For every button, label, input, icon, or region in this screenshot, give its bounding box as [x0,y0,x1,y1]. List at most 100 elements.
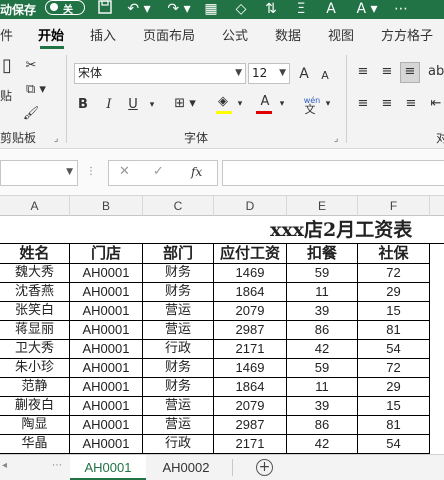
cell-insurance[interactable]: 54 [358,435,430,454]
header-name[interactable]: 姓名 [0,244,70,264]
cell-name[interactable]: 范静 [0,378,70,397]
confirm-button[interactable]: ✓ [153,164,164,179]
cell-salary[interactable]: 1864 [214,283,287,302]
cell-salary[interactable]: 2079 [214,397,287,416]
sort-icon[interactable]: ⇅ [262,0,280,18]
grow-font-button[interactable]: A [296,65,312,83]
cell-meal[interactable]: 39 [287,397,358,416]
align-left-icon[interactable]: ≡ [354,95,372,113]
cell-store[interactable]: AH0001 [70,416,143,435]
insert-function-button[interactable]: fx [191,165,202,179]
align-top-icon[interactable]: ≡ [354,63,372,81]
indent-icon[interactable]: ⇤ [428,95,444,113]
autosave-toggle[interactable]: 关 [45,0,85,16]
tab-insert[interactable]: 插入 [90,25,116,44]
cell-salary[interactable]: 1469 [214,264,287,283]
cell-insurance[interactable]: 15 [358,302,430,321]
align-bottom-icon[interactable]: ≡ [400,62,420,83]
cell-name[interactable]: 华晶 [0,435,70,454]
cell-store[interactable]: AH0001 [70,435,143,454]
header-meal[interactable]: 扣餐 [287,244,358,264]
underline-button[interactable]: U [126,96,140,114]
cell-name[interactable]: 蒯夜白 [0,397,70,416]
align-middle-icon[interactable]: ≡ [378,63,396,81]
cell-meal[interactable]: 86 [287,321,358,340]
worksheet-grid[interactable]: A B C D E F xxx店2月工资表 姓名 门店 部门 应付工资 扣餐 社… [0,196,444,454]
cell-name[interactable]: 蒋显丽 [0,321,70,340]
save-icon[interactable] [96,0,114,18]
border-icon[interactable]: ⊞ ▾ [170,95,200,113]
font-size-select[interactable]: 12 ▼ [248,63,290,84]
cell-insurance[interactable]: 72 [358,264,430,283]
cell-name[interactable]: 卫大秀 [0,340,70,359]
cell-dept[interactable]: 营运 [143,302,214,321]
sheet-tab-ah0001[interactable]: AH0001 [70,455,146,480]
paste-label[interactable]: 贴 [0,87,12,105]
add-sheet-button[interactable]: + [256,459,273,476]
filter-icon[interactable]: Ξ [292,0,310,18]
name-box[interactable]: ▼ [0,160,78,186]
cell-insurance[interactable]: 29 [358,283,430,302]
tab-formulas[interactable]: 公式 [222,25,248,44]
align-right-icon[interactable]: ≡ [402,95,420,113]
font-color-icon[interactable]: A [256,93,274,111]
tab-view[interactable]: 视图 [328,25,354,44]
cell-store[interactable]: AH0001 [70,340,143,359]
header-salary[interactable]: 应付工资 [214,244,287,264]
redo-icon[interactable]: ↷ ▾ [162,0,196,18]
cell-salary[interactable]: 2079 [214,302,287,321]
cell-dept[interactable]: 财务 [143,264,214,283]
cell-meal[interactable]: 42 [287,340,358,359]
cell-insurance[interactable]: 81 [358,416,430,435]
cancel-button[interactable]: ✕ [119,164,130,179]
cell-name[interactable]: 朱小珍 [0,359,70,378]
formula-input[interactable] [222,160,444,186]
cell-salary[interactable]: 2171 [214,435,287,454]
cell-name[interactable]: 魏大秀 [0,264,70,283]
cell-dept[interactable]: 行政 [143,435,214,454]
column-header-d[interactable]: D [214,196,287,216]
cell-meal[interactable]: 59 [287,359,358,378]
tab-fangfang[interactable]: 方方格子 [381,25,433,44]
tab-page-layout[interactable]: 页面布局 [143,25,195,44]
font-size-up-icon[interactable]: A [322,0,340,18]
cell-salary[interactable]: 2987 [214,416,287,435]
column-header-b[interactable]: B [70,196,143,216]
more-sheets-icon[interactable]: ⋯ [52,460,62,471]
tab-file[interactable]: 件 [0,25,13,44]
chevron-down-icon[interactable]: ▾ [276,95,288,113]
cell-name[interactable]: 沈香燕 [0,283,70,302]
cell-meal[interactable]: 86 [287,416,358,435]
cell-dept[interactable]: 财务 [143,359,214,378]
align-center-icon[interactable]: ≡ [378,95,396,113]
dropdown-icon[interactable]: ⋯ [392,0,410,18]
paste-icon[interactable]: ▯ [0,57,14,87]
format-painter-icon[interactable]: 🖌 [22,105,40,123]
cell-name[interactable]: 张笑白 [0,302,70,321]
cell-store[interactable]: AH0001 [70,264,143,283]
cell-insurance[interactable]: 15 [358,397,430,416]
cell-meal[interactable]: 11 [287,283,358,302]
cell-dept[interactable]: 财务 [143,378,214,397]
cell-dept[interactable]: 营运 [143,321,214,340]
scroll-left-icon[interactable]: ◂ [2,460,7,471]
cell-dept[interactable]: 营运 [143,397,214,416]
font-color-icon[interactable]: A ▾ [352,0,382,18]
cell-salary[interactable]: 1469 [214,359,287,378]
chevron-down-icon[interactable]: ▾ [322,95,334,113]
clipboard-launcher-icon[interactable]: ⌟ [54,134,58,144]
cut-icon[interactable]: ✂ [22,57,40,75]
cell-insurance[interactable]: 81 [358,321,430,340]
chevron-down-icon[interactable]: ▾ [146,96,158,114]
column-header-c[interactable]: C [143,196,214,216]
cell-salary[interactable]: 2987 [214,321,287,340]
column-header-g[interactable] [430,196,444,216]
cell-salary[interactable]: 1864 [214,378,287,397]
tab-home[interactable]: 开始 [38,25,64,44]
cell-meal[interactable]: 59 [287,264,358,283]
column-header-f[interactable]: F [358,196,430,216]
fill-color-icon[interactable]: ◈ [214,93,232,111]
header-dept[interactable]: 部门 [143,244,214,264]
cell-name[interactable]: 陶显 [0,416,70,435]
chevron-down-icon[interactable]: ▾ [234,95,246,113]
